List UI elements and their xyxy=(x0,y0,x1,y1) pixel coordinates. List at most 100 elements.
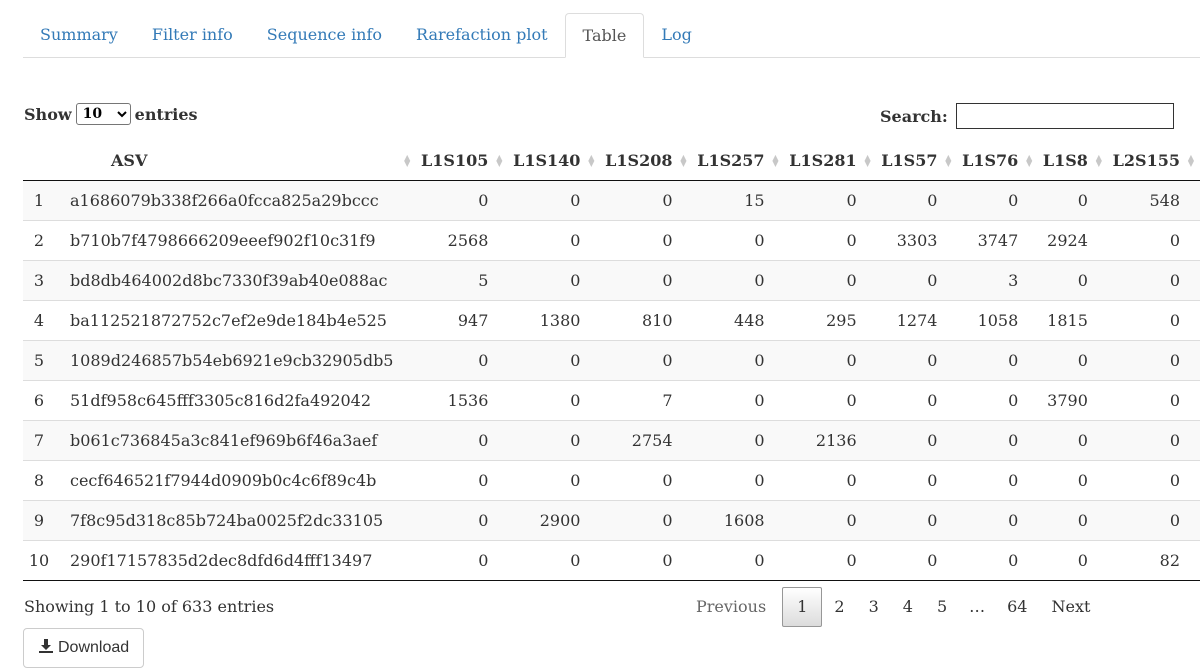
count-cell: 0 xyxy=(1038,260,1108,301)
next-page-button[interactable]: Next xyxy=(1039,587,1102,627)
tab-log[interactable]: Log xyxy=(644,13,709,57)
column-header-l1s208[interactable]: L1S208 ▲ ▼ xyxy=(600,140,693,181)
asv-id-cell: 51df958c645fff3305c816d2fa492042 xyxy=(55,380,417,421)
count-cell: 548 xyxy=(1107,180,1200,221)
tab-filter-info[interactable]: Filter info xyxy=(135,13,250,57)
count-cell: 0 xyxy=(876,500,958,541)
column-header-l1s140[interactable]: L1S140 ▲ ▼ xyxy=(508,140,601,181)
column-header-asv[interactable]: ASV ▲ ▼ xyxy=(55,140,417,181)
count-cell: 0 xyxy=(1107,380,1200,421)
column-header-l1s105[interactable]: L1S105 ▲ ▼ xyxy=(416,140,509,181)
count-cell: 0 xyxy=(784,500,877,541)
page-button-1[interactable]: 1 xyxy=(782,587,823,627)
count-cell: 0 xyxy=(508,220,601,261)
row-index: 8 xyxy=(23,460,55,501)
count-cell: 0 xyxy=(957,540,1039,581)
count-cell: 3303 xyxy=(876,220,958,261)
table-body: 1 a1686079b338f266a0fcca825a29bccc 0 0 0 15 0 0… xyxy=(23,180,1200,581)
table-row: 8 cecf646521f7944d0909b0c4c6f89c4b 0 0 0 0 0 0 0… xyxy=(23,460,1200,501)
count-cell: 0 xyxy=(1038,180,1108,221)
count-cell: 7 xyxy=(600,380,693,421)
page-button-3[interactable]: 3 xyxy=(857,587,891,627)
column-header-l1s57[interactable]: L1S57 ▲ ▼ xyxy=(876,140,958,181)
row-index: 2 xyxy=(23,220,55,261)
download-button[interactable]: Download xyxy=(23,628,144,668)
asv-id-cell: b061c736845a3c841ef969b6f46a3aef xyxy=(55,420,417,461)
count-cell: 0 xyxy=(1107,340,1200,381)
column-header-label: L1S208 xyxy=(605,150,673,170)
column-header-l2s155[interactable]: L2S155 ▲ ▼ xyxy=(1107,140,1200,181)
asv-id-cell: 7f8c95d318c85b724ba0025f2dc33105 xyxy=(55,500,417,541)
count-cell: 0 xyxy=(957,340,1039,381)
count-cell: 0 xyxy=(784,460,877,501)
row-index: 10 xyxy=(23,540,55,581)
table-row: 10 290f17157835d2dec8dfd6d4fff13497 0 0 0 0 0 0… xyxy=(23,540,1200,581)
sort-icon: ▲ ▼ xyxy=(1026,152,1033,168)
count-cell: 0 xyxy=(876,260,958,301)
table-row: 3 bd8db464002d8bc7330f39ab40e088ac 5 0 0 0 0 0 3… xyxy=(23,260,1200,301)
asv-id-cell: a1686079b338f266a0fcca825a29bccc xyxy=(55,180,417,221)
count-cell: 0 xyxy=(876,540,958,581)
count-cell: 0 xyxy=(600,340,693,381)
row-index: 5 xyxy=(23,340,55,381)
column-header-l1s257[interactable]: L1S257 ▲ ▼ xyxy=(692,140,785,181)
page-button-5[interactable]: 5 xyxy=(925,587,959,627)
download-icon xyxy=(38,638,54,659)
search-input[interactable] xyxy=(955,103,1174,129)
table-row: 4 ba112521872752c7ef2e9de184b4e525 947 1380… xyxy=(23,300,1200,341)
count-cell: 0 xyxy=(876,340,958,381)
count-cell: 0 xyxy=(957,420,1039,461)
count-cell: 0 xyxy=(508,540,601,581)
count-cell: 5 xyxy=(416,260,509,301)
count-cell: 3 xyxy=(957,260,1039,301)
count-cell: 448 xyxy=(692,300,785,341)
column-header-label: L1S257 xyxy=(697,150,765,170)
asv-id-cell: cecf646521f7944d0909b0c4c6f89c4b xyxy=(55,460,417,501)
entries-per-page-select[interactable]: 10 xyxy=(75,103,131,125)
column-header-label: L1S8 xyxy=(1042,150,1088,170)
count-cell: 0 xyxy=(1107,460,1200,501)
pagination: Previous 1 2 3 4 5 … 64 Next xyxy=(680,587,1102,627)
column-header-label: ASV xyxy=(111,150,148,170)
count-cell: 1815 xyxy=(1038,300,1108,341)
tab-summary[interactable]: Summary xyxy=(23,13,135,57)
count-cell: 0 xyxy=(416,340,509,381)
row-index: 1 xyxy=(23,180,55,221)
page-button-2[interactable]: 2 xyxy=(822,587,856,627)
table-info: Showing 1 to 10 of 633 entries xyxy=(24,597,275,616)
asv-id-cell: bd8db464002d8bc7330f39ab40e088ac xyxy=(55,260,417,301)
show-label: Show xyxy=(24,104,72,124)
count-cell: 0 xyxy=(692,340,785,381)
asv-id-cell: b710b7f4798666209eeef902f10c31f9 xyxy=(55,220,417,261)
tab-table[interactable]: Table xyxy=(564,13,645,58)
table-row: 1 a1686079b338f266a0fcca825a29bccc 0 0 0 15 0 0… xyxy=(23,180,1200,221)
sort-icon: ▲ ▼ xyxy=(1095,152,1102,168)
column-header-l1s8[interactable]: L1S8 ▲ ▼ xyxy=(1038,140,1108,181)
asv-id-cell: 290f17157835d2dec8dfd6d4fff13497 xyxy=(55,540,417,581)
count-cell: 0 xyxy=(600,460,693,501)
count-cell: 0 xyxy=(508,380,601,421)
count-cell: 0 xyxy=(600,180,693,221)
count-cell: 0 xyxy=(1107,260,1200,301)
page-button-64[interactable]: 64 xyxy=(995,587,1039,627)
count-cell: 0 xyxy=(876,420,958,461)
table-row: 7 b061c736845a3c841ef969b6f46a3aef 0 0 2754 0… xyxy=(23,420,1200,461)
count-cell: 1058 xyxy=(957,300,1039,341)
count-cell: 0 xyxy=(957,500,1039,541)
count-cell: 0 xyxy=(957,460,1039,501)
count-cell: 0 xyxy=(876,180,958,221)
count-cell: 0 xyxy=(692,460,785,501)
column-header-l1s76[interactable]: L1S76 ▲ ▼ xyxy=(957,140,1039,181)
tab-sequence-info[interactable]: Sequence info xyxy=(250,13,399,57)
tab-rarefaction-plot[interactable]: Rarefaction plot xyxy=(399,13,564,57)
previous-page-button[interactable]: Previous xyxy=(680,587,782,627)
count-cell: 0 xyxy=(876,460,958,501)
table-row: 5 1089d246857b54eb6921e9cb32905db5 0 0 0 0 0 0 0… xyxy=(23,340,1200,381)
download-label: Download xyxy=(58,639,130,656)
count-cell: 0 xyxy=(876,380,958,421)
column-header-l1s281[interactable]: L1S281 ▲ ▼ xyxy=(784,140,877,181)
count-cell: 0 xyxy=(784,540,877,581)
count-cell: 0 xyxy=(508,180,601,221)
page-button-4[interactable]: 4 xyxy=(891,587,925,627)
count-cell: 0 xyxy=(1107,300,1200,341)
